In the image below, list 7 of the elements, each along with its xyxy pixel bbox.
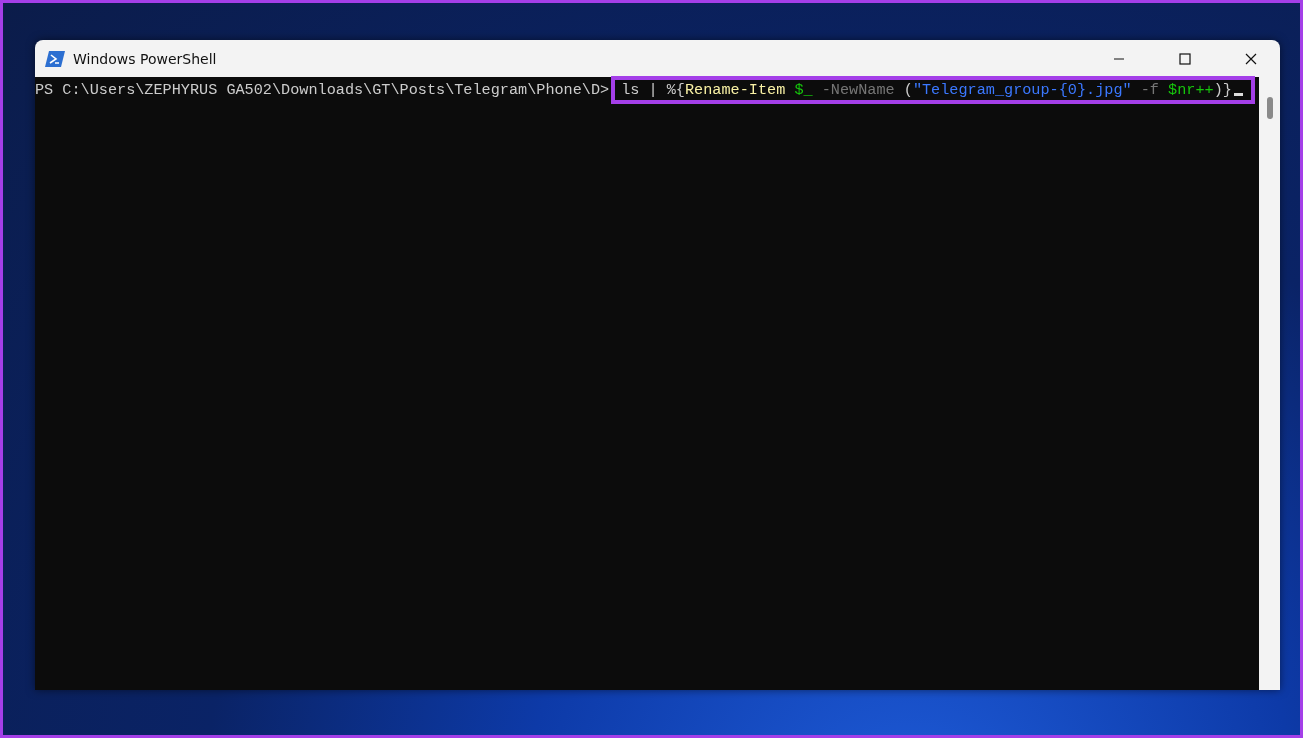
maximize-icon: [1179, 52, 1191, 65]
prompt-text: PS C:\Users\ZEPHYRUS GA502\Downloads\GT\Posts\Telegram\Phone\D>: [35, 81, 610, 99]
close-icon: [1245, 52, 1257, 65]
command-text: ls | %{Rename-Item $_ -NewName ("Telegram_group-{0}.jpg" -f $nr++)}: [621, 81, 1232, 99]
powershell-icon: [45, 50, 65, 67]
window-title: Windows PowerShell: [73, 50, 218, 67]
scrollbar-thumb[interactable]: [1266, 97, 1273, 119]
